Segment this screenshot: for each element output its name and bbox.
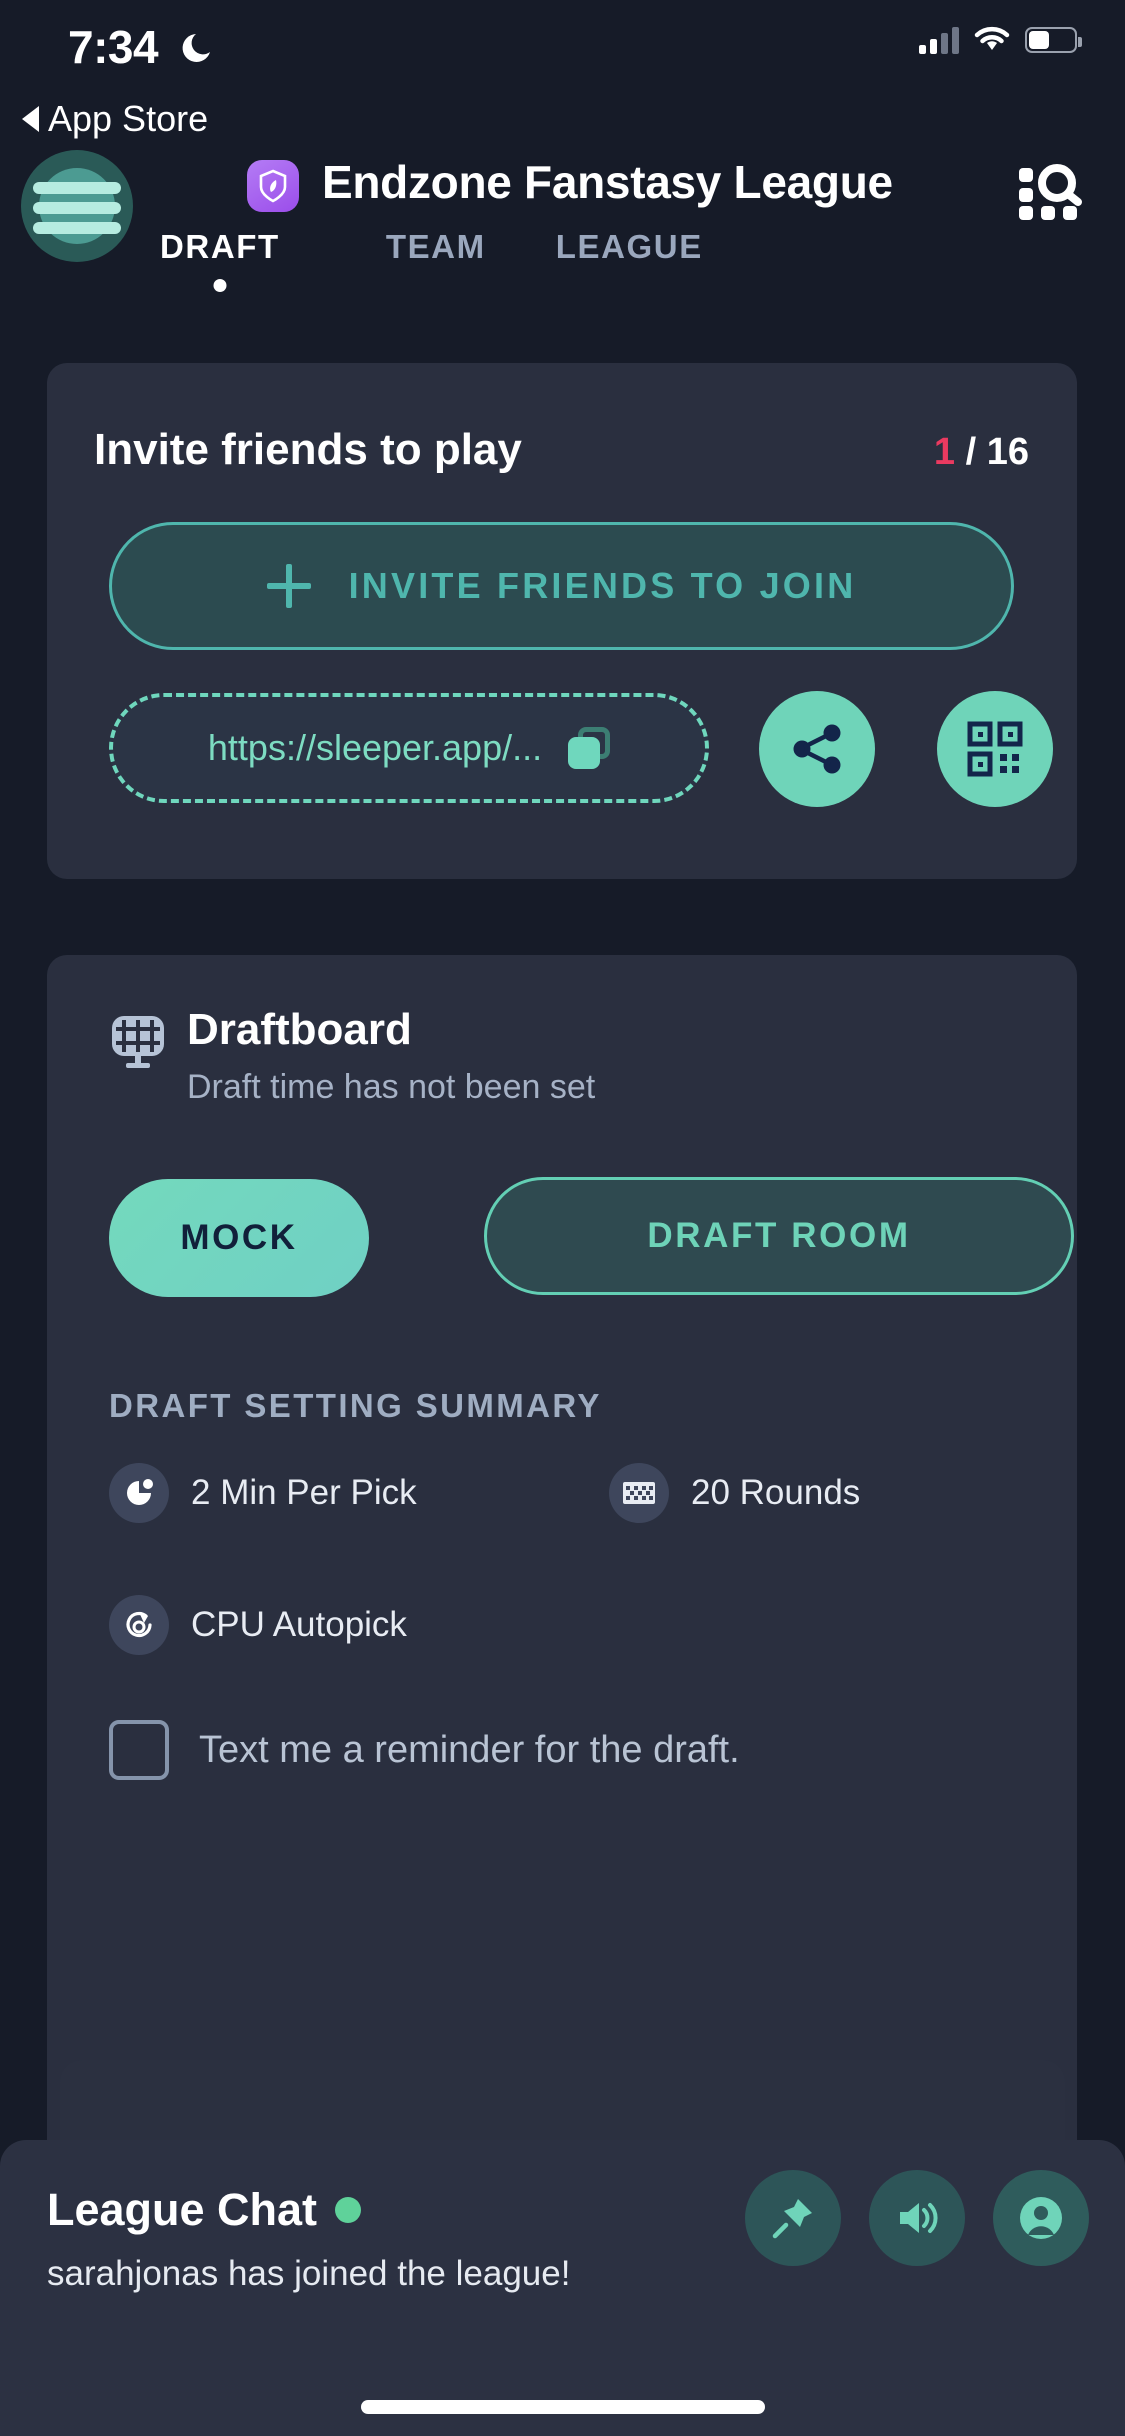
reminder-label: Text me a reminder for the draft. xyxy=(199,1728,740,1771)
invite-url-text: https://sleeper.app/... xyxy=(207,727,543,768)
status-bar-time: 7:34 xyxy=(68,21,159,73)
invite-url-field[interactable]: https://sleeper.app/... xyxy=(109,693,709,803)
back-link-label: App Store xyxy=(48,98,209,139)
invite-card-title: Invite friends to play xyxy=(94,425,522,474)
invite-button-label: INVITE FRIENDS TO JOIN xyxy=(348,565,857,606)
draft-setting-summary-label: DRAFT SETTING SUMMARY xyxy=(109,1387,602,1424)
invite-count-total: 16 xyxy=(986,431,1029,473)
online-dot xyxy=(335,2197,362,2223)
invite-count-current: 1 xyxy=(933,431,956,473)
search-grid-icon[interactable] xyxy=(1015,162,1087,222)
league-chat-message: sarahjonas has joined the league! xyxy=(47,2254,571,2293)
avatar-stripe xyxy=(33,182,121,194)
sound-button[interactable] xyxy=(869,2170,965,2266)
reminder-checkbox[interactable] xyxy=(109,1720,169,1780)
invite-friends-card: Invite friends to play 1 / 16 INVITE FRI… xyxy=(47,363,1077,879)
qr-code-icon xyxy=(967,721,1023,777)
app-screen: 7:34 App Store Endzone Fanstasy League D… xyxy=(0,0,1125,2436)
league-shield-icon xyxy=(247,160,299,212)
back-triangle-icon xyxy=(22,106,39,132)
copy-icon[interactable] xyxy=(568,727,611,769)
cpu-autopick-icon xyxy=(109,1595,169,1655)
chat-action-buttons xyxy=(745,2170,1089,2266)
person-icon xyxy=(1020,2197,1062,2239)
league-chat-title: League Chat xyxy=(47,2184,362,2236)
page-title: Endzone Fanstasy League xyxy=(322,156,893,208)
tab-league-label: LEAGUE xyxy=(555,228,703,265)
pin-icon xyxy=(772,2199,812,2239)
tab-team[interactable]: TEAM xyxy=(386,228,486,266)
avatar-stripe xyxy=(33,202,121,214)
mock-draft-button[interactable]: MOCK xyxy=(109,1179,369,1297)
cellular-signal-icon xyxy=(919,26,959,54)
tab-league[interactable]: LEAGUE xyxy=(556,228,703,266)
home-indicator xyxy=(360,2400,765,2414)
invite-friends-button[interactable]: INVITE FRIENDS TO JOIN xyxy=(109,522,1014,650)
members-button[interactable] xyxy=(993,2170,1089,2266)
plus-icon xyxy=(266,564,311,608)
share-button[interactable] xyxy=(759,691,875,807)
rounds-icon xyxy=(609,1463,669,1523)
setting-row-cpu-autopick: CPU Autopick xyxy=(109,1595,407,1655)
status-bar-indicators xyxy=(919,26,1082,54)
tab-draft-label: DRAFT xyxy=(160,228,280,265)
invite-count: 1 / 16 xyxy=(934,431,1029,474)
moon-icon xyxy=(182,34,210,62)
clock-icon xyxy=(109,1463,169,1523)
setting-row-time-per-pick: 2 Min Per Pick xyxy=(109,1463,417,1523)
battery-icon xyxy=(1025,27,1082,53)
active-tab-indicator xyxy=(213,279,227,292)
setting-row-rounds: 20 Rounds xyxy=(609,1463,860,1523)
draftboard-grid-icon xyxy=(112,1016,164,1068)
status-bar: 7:34 xyxy=(0,0,1125,90)
copy-icon-front xyxy=(568,737,601,769)
tab-draft[interactable]: DRAFT xyxy=(160,228,280,292)
text-reminder-row[interactable]: Text me a reminder for the draft. xyxy=(109,1720,740,1780)
speaker-icon xyxy=(900,2203,938,2233)
share-icon xyxy=(793,724,841,774)
wifi-icon xyxy=(974,26,1010,50)
draft-room-button[interactable]: DRAFT ROOM xyxy=(484,1177,1074,1295)
primary-tabs: DRAFT TEAM LEAGUE xyxy=(0,228,1125,292)
pin-button[interactable] xyxy=(745,2170,841,2266)
setting-label-cpu-autopick: CPU Autopick xyxy=(191,1605,407,1644)
league-chat-bar[interactable]: League Chat sarahjonas has joined the le… xyxy=(0,2140,1125,2436)
setting-label-time-per-pick: 2 Min Per Pick xyxy=(191,1473,417,1512)
setting-label-rounds: 20 Rounds xyxy=(691,1473,861,1512)
invite-count-separator: / xyxy=(955,431,987,473)
draftboard-subtitle: Draft time has not been set xyxy=(187,1068,596,1106)
back-to-app-store-link[interactable]: App Store xyxy=(22,98,208,140)
league-chat-title-text: League Chat xyxy=(47,2184,318,2235)
draftboard-title: Draftboard xyxy=(187,1005,412,1054)
qr-code-button[interactable] xyxy=(937,691,1053,807)
tab-team-label: TEAM xyxy=(385,228,486,265)
